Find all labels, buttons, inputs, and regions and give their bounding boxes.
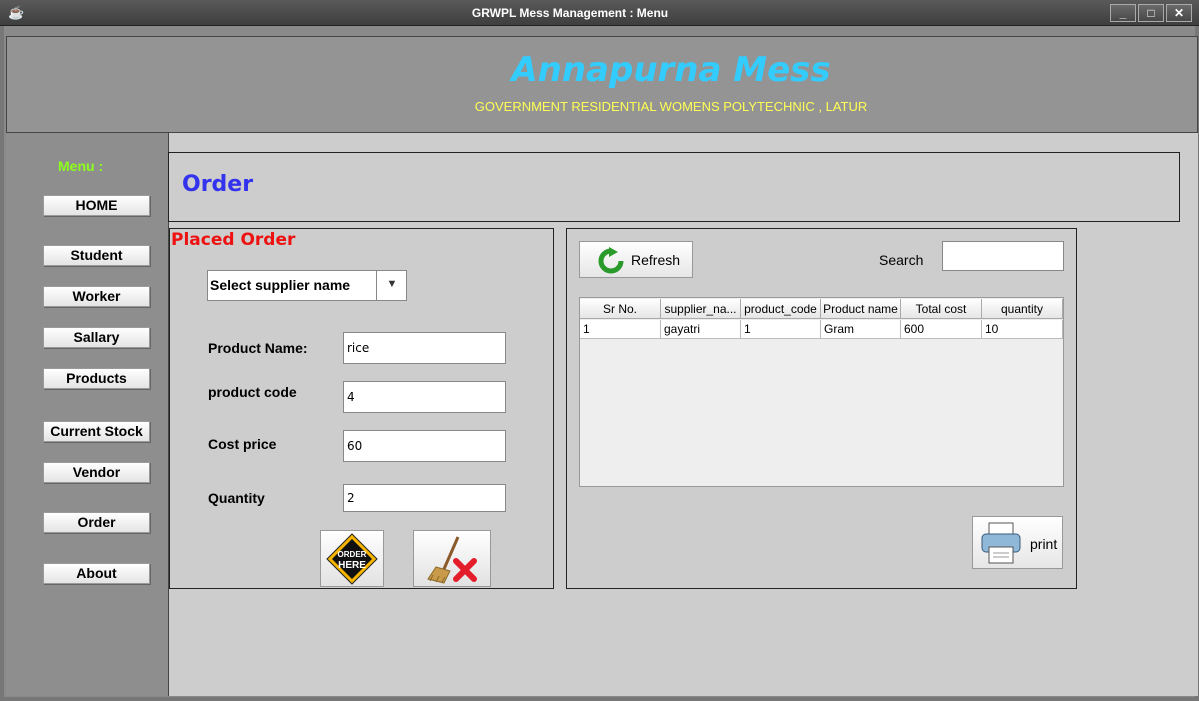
nav-products-button[interactable]: Products: [43, 368, 150, 389]
nav-vendor-button[interactable]: Vendor: [43, 462, 150, 483]
maximize-button[interactable]: □: [1138, 4, 1164, 22]
broom-clear-icon: [427, 536, 477, 584]
table-cell[interactable]: 10: [982, 320, 1063, 339]
window-title: GRWPL Mess Management : Menu: [471, 6, 669, 20]
order-here-button[interactable]: ORDER HERE: [320, 530, 384, 587]
table-cell[interactable]: Gram: [821, 320, 901, 339]
order-here-icon: ORDER HERE: [326, 533, 378, 585]
column-header[interactable]: Sr No.: [580, 299, 661, 319]
refresh-icon: [598, 247, 624, 274]
page-title: Order: [182, 172, 254, 197]
svg-text:ORDER: ORDER: [338, 550, 367, 559]
nav-home-button[interactable]: HOME: [43, 195, 150, 216]
printer-icon: [981, 522, 1021, 564]
clear-button[interactable]: [413, 530, 491, 587]
cost-price-label: Cost price: [208, 436, 277, 452]
order-header-panel: [168, 152, 1180, 222]
search-label: Search: [879, 252, 924, 268]
nav-sallary-button[interactable]: Sallary: [43, 327, 150, 348]
supplier-select-value: Select supplier name: [210, 277, 351, 293]
quantity-field[interactable]: 2: [343, 484, 506, 512]
quantity-label: Quantity: [208, 490, 265, 506]
column-header[interactable]: Product name: [821, 299, 901, 319]
column-header[interactable]: product_code: [741, 299, 821, 319]
table-cell[interactable]: 1: [741, 320, 821, 339]
table-cell[interactable]: 1: [580, 320, 661, 339]
cost-price-field[interactable]: 60: [343, 430, 506, 462]
column-header[interactable]: Total cost: [901, 299, 982, 319]
table-cell[interactable]: 600: [901, 320, 982, 339]
column-header[interactable]: quantity: [982, 299, 1063, 319]
sidebar: [6, 133, 168, 696]
nav-worker-button[interactable]: Worker: [43, 286, 150, 307]
nav-student-button[interactable]: Student: [43, 245, 150, 266]
nav-order-button[interactable]: Order: [43, 512, 150, 533]
product-code-label: product code: [208, 384, 297, 400]
product-code-field[interactable]: 4: [343, 381, 506, 413]
table-cell[interactable]: gayatri: [661, 320, 741, 339]
close-button[interactable]: ✕: [1166, 4, 1192, 22]
menu-label: Menu :: [58, 158, 104, 174]
svg-text:HERE: HERE: [338, 560, 366, 571]
refresh-label: Refresh: [631, 252, 681, 268]
form-title: Placed Order: [171, 230, 296, 250]
print-label: print: [1030, 536, 1058, 552]
column-header[interactable]: supplier_na...: [661, 299, 741, 319]
app-subtitle: GOVERNMENT RESIDENTIAL WOMENS POLYTECHNI…: [474, 99, 868, 114]
search-input[interactable]: [942, 241, 1064, 271]
app-name: Annapurna Mess: [511, 50, 831, 90]
chevron-down-icon[interactable]: ▼: [376, 270, 407, 301]
product-name-field[interactable]: rice: [343, 332, 506, 364]
minimize-button[interactable]: _: [1110, 4, 1136, 22]
nav-about-button[interactable]: About: [43, 563, 150, 584]
product-name-label: Product Name:: [208, 340, 308, 356]
nav-current-stock-button[interactable]: Current Stock: [43, 421, 150, 442]
